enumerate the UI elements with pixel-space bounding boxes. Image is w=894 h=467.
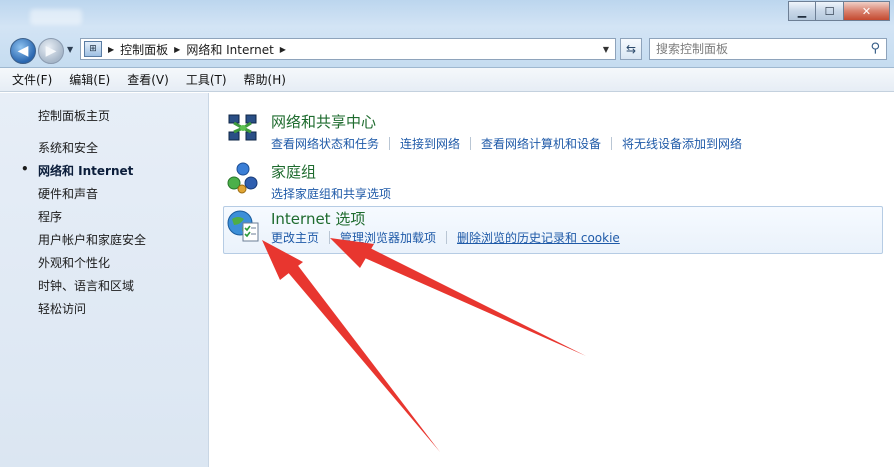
sidebar-item-label: 外观和个性化 xyxy=(38,256,111,270)
network-sharing-icon xyxy=(228,114,257,141)
category-internet-options: Internet 选项 更改主页 管理浏览器加载项 删除浏览的历史记录和 coo… xyxy=(223,206,883,254)
link-divider xyxy=(470,137,472,150)
category-links: 更改主页 管理浏览器加载项 删除浏览的历史记录和 cookie xyxy=(271,229,620,246)
forward-button[interactable]: ▶ xyxy=(38,38,64,64)
link-manage-addons[interactable]: 管理浏览器加载项 xyxy=(340,229,436,246)
category-links: 查看网络状态和任务 连接到网络 查看网络计算机和设备 将无线设备添加到网络 xyxy=(271,135,742,152)
menu-view[interactable]: 查看(V) xyxy=(127,71,169,88)
search-icon[interactable]: ⚲ xyxy=(870,41,880,56)
sidebar-item-clock-language[interactable]: 时钟、语言和区域 xyxy=(38,277,146,300)
breadcrumb-network-internet[interactable]: 网络和 Internet xyxy=(186,41,273,58)
link-divider xyxy=(611,137,613,150)
link-delete-browsing-history[interactable]: 删除浏览的历史记录和 cookie xyxy=(457,229,620,246)
link-add-wireless-device[interactable]: 将无线设备添加到网络 xyxy=(622,135,742,152)
homegroup-icon xyxy=(227,162,258,194)
main-content: 网络和共享中心 查看网络状态和任务 连接到网络 查看网络计算机和设备 将无线设备… xyxy=(210,93,894,467)
link-divider xyxy=(446,231,448,244)
breadcrumb-separator[interactable]: ▶ xyxy=(108,45,114,54)
sidebar-item-hardware-sound[interactable]: 硬件和声音 xyxy=(38,185,146,208)
sidebar: 控制面板主页 系统和安全 • 网络和 Internet 硬件和声音 程序 用户帐户… xyxy=(0,93,209,467)
sidebar-item-label: 网络和 Internet xyxy=(38,164,134,178)
link-divider xyxy=(389,137,391,150)
menu-help[interactable]: 帮助(H) xyxy=(244,71,286,88)
window-title-blurred xyxy=(30,9,82,25)
breadcrumb-separator[interactable]: ▶ xyxy=(280,45,286,54)
active-bullet-icon: • xyxy=(21,162,29,176)
window-controls: ▁ ☐ ✕ xyxy=(788,1,890,21)
sidebar-item-label: 用户帐户和家庭安全 xyxy=(38,233,147,247)
sidebar-item-label: 系统和安全 xyxy=(38,141,99,155)
sidebar-category-list: 系统和安全 • 网络和 Internet 硬件和声音 程序 用户帐户和家庭安全 外… xyxy=(21,139,146,323)
menu-bar: 文件(F) 编辑(E) 查看(V) 工具(T) 帮助(H) xyxy=(0,68,894,92)
sidebar-item-label: 硬件和声音 xyxy=(38,187,99,201)
search-input[interactable] xyxy=(650,39,860,59)
control-panel-icon: ⊞ xyxy=(84,41,102,57)
sidebar-item-ease-of-access[interactable]: 轻松访问 xyxy=(38,300,146,323)
link-change-home-page[interactable]: 更改主页 xyxy=(271,229,319,246)
recent-pages-dropdown[interactable]: ▼ xyxy=(67,45,73,54)
link-view-network-status[interactable]: 查看网络状态和任务 xyxy=(271,135,379,152)
link-homegroup-sharing-options[interactable]: 选择家庭组和共享选项 xyxy=(271,185,391,202)
refresh-icon: ⇆ xyxy=(625,42,637,56)
category-title[interactable]: 网络和共享中心 xyxy=(271,111,376,132)
link-divider xyxy=(329,231,331,244)
back-button[interactable]: ◀ xyxy=(10,38,36,64)
sidebar-item-user-accounts[interactable]: 用户帐户和家庭安全 xyxy=(38,231,146,254)
title-bar: ▁ ☐ ✕ ◀ ▶ ▼ ⊞ ▶ 控制面板 ▶ 网络和 Internet ▶ ▼ … xyxy=(0,0,894,68)
search-box[interactable]: ⚲ xyxy=(649,38,887,60)
link-view-network-computers[interactable]: 查看网络计算机和设备 xyxy=(481,135,601,152)
sidebar-item-programs[interactable]: 程序 xyxy=(38,208,146,231)
close-button[interactable]: ✕ xyxy=(844,1,890,21)
forward-arrow-icon: ▶ xyxy=(45,43,57,59)
sidebar-item-appearance[interactable]: 外观和个性化 xyxy=(38,254,146,277)
sidebar-item-label: 程序 xyxy=(38,210,63,224)
minimize-button[interactable]: ▁ xyxy=(788,1,816,21)
sidebar-item-label: 时钟、语言和区域 xyxy=(38,279,135,293)
category-links: 选择家庭组和共享选项 xyxy=(271,185,391,202)
menu-edit[interactable]: 编辑(E) xyxy=(69,71,110,88)
menu-tools[interactable]: 工具(T) xyxy=(186,71,227,88)
menu-file[interactable]: 文件(F) xyxy=(12,71,52,88)
category-homegroup: 家庭组 选择家庭组和共享选项 xyxy=(226,161,886,201)
link-connect-to-network[interactable]: 连接到网络 xyxy=(400,135,460,152)
address-bar[interactable]: ⊞ ▶ 控制面板 ▶ 网络和 Internet ▶ ▼ xyxy=(80,38,616,60)
address-dropdown-icon[interactable]: ▼ xyxy=(597,39,615,59)
category-title[interactable]: Internet 选项 xyxy=(271,208,365,229)
sidebar-item-network-internet[interactable]: • 网络和 Internet xyxy=(21,162,146,185)
category-title[interactable]: 家庭组 xyxy=(271,161,316,182)
back-arrow-icon: ◀ xyxy=(17,43,29,59)
breadcrumb-separator[interactable]: ▶ xyxy=(174,45,180,54)
sidebar-item-label: 轻松访问 xyxy=(38,302,87,316)
breadcrumb-control-panel[interactable]: 控制面板 xyxy=(120,41,168,58)
internet-options-icon xyxy=(227,210,259,242)
refresh-button[interactable]: ⇆ xyxy=(620,38,642,60)
sidebar-item-system-security[interactable]: 系统和安全 xyxy=(38,139,146,162)
category-network-sharing: 网络和共享中心 查看网络状态和任务 连接到网络 查看网络计算机和设备 将无线设备… xyxy=(226,111,886,151)
maximize-button[interactable]: ☐ xyxy=(816,1,844,21)
sidebar-home-link[interactable]: 控制面板主页 xyxy=(38,107,110,124)
